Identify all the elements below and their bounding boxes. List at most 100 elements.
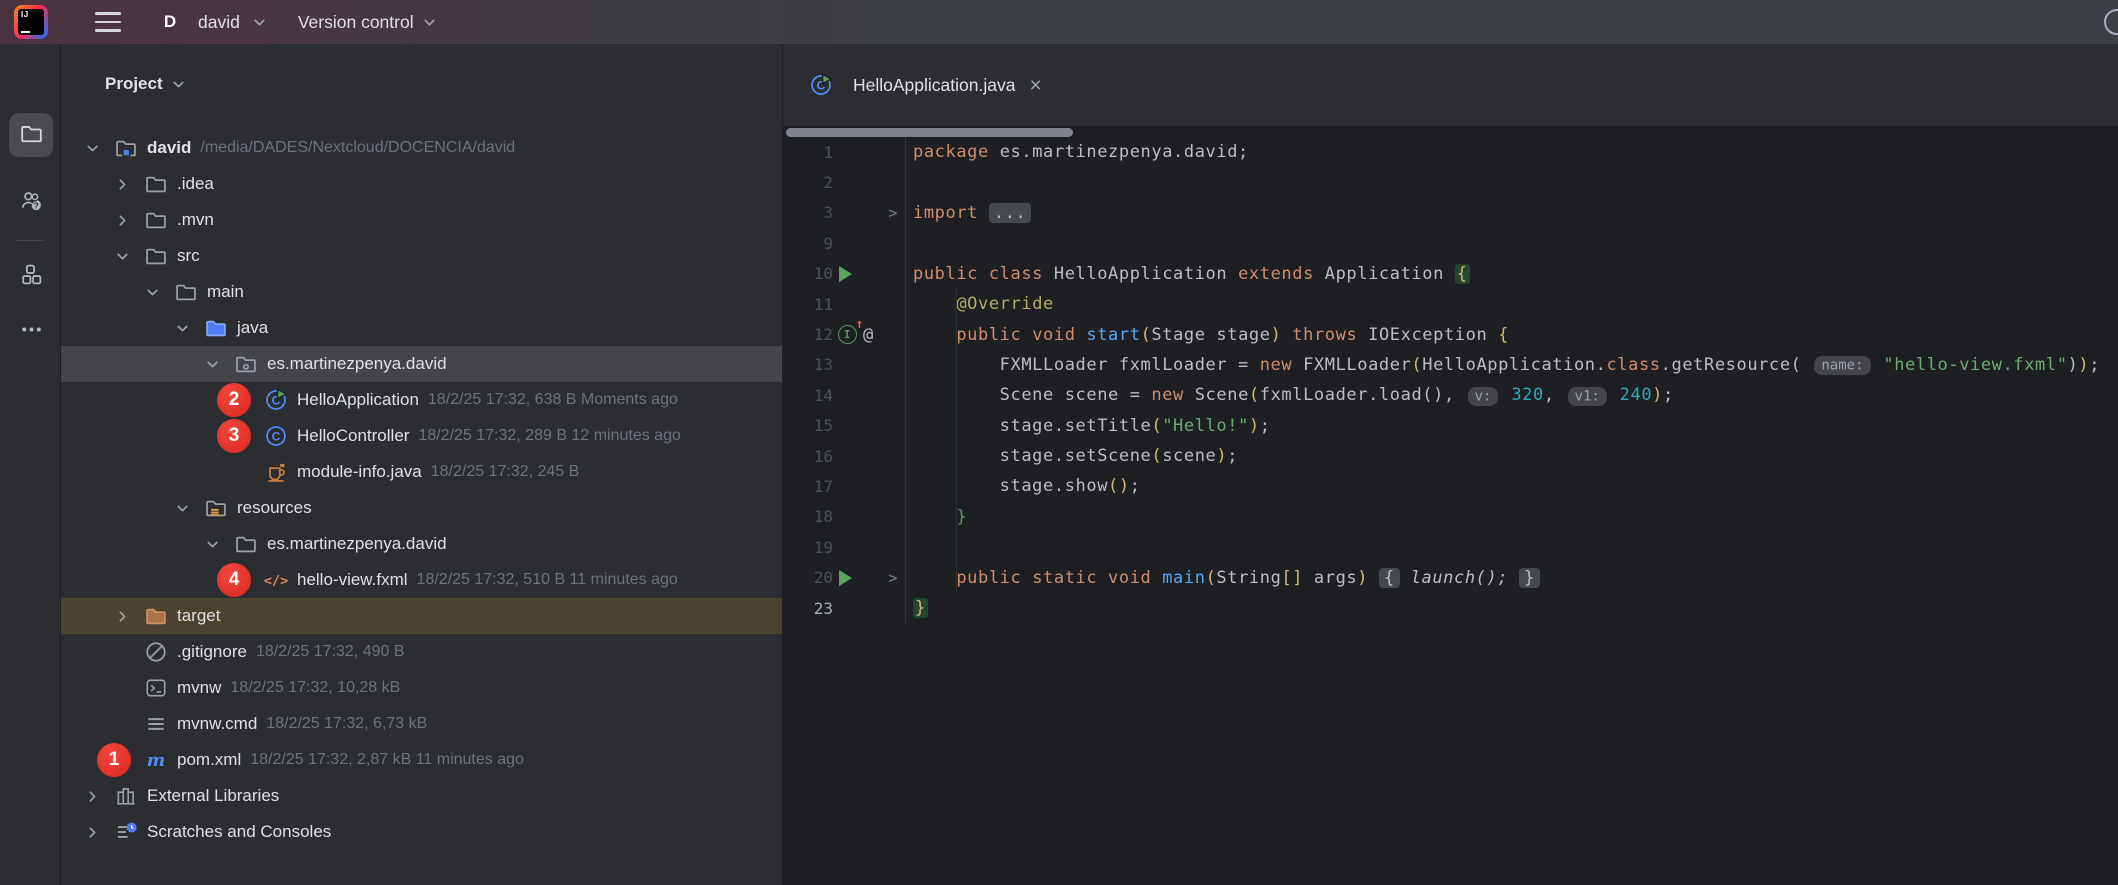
chevron-right-icon[interactable] xyxy=(114,176,144,193)
folder-java-icon xyxy=(204,316,228,340)
line-number: 17 xyxy=(813,476,833,496)
structure-tool-button[interactable] xyxy=(9,254,53,298)
project-tree: david/media/DADES/Nextcloud/DOCENCIA/dav… xyxy=(61,130,782,850)
tree-row-java[interactable]: java xyxy=(61,310,782,346)
tree-row-main[interactable]: main xyxy=(61,274,782,310)
people-help-icon: ? xyxy=(19,188,44,216)
run-button-icon[interactable] xyxy=(839,569,852,586)
code-editor[interactable]: 1 package es.martinezpenya.david; 2 3 > impor… xyxy=(783,137,2118,885)
code-line-3: 3 > import ... xyxy=(783,197,2118,229)
chevron-down-icon[interactable] xyxy=(204,536,234,553)
editor-area: C HelloApplication.java × 1 package es.ma… xyxy=(783,44,2118,885)
gutter-icons: I@ xyxy=(833,317,906,350)
tree-row-Scratches and Consoles[interactable]: Scratches and Consoles xyxy=(61,814,782,850)
chevron-down-icon[interactable] xyxy=(174,320,204,337)
chevron-right-icon[interactable] xyxy=(84,788,114,805)
tree-item-label: module-info.java xyxy=(297,462,422,481)
line-number: 13 xyxy=(813,355,833,375)
indent-guide xyxy=(956,289,957,593)
line-number: 1 xyxy=(823,142,833,162)
tree-row-david[interactable]: david/media/DADES/Nextcloud/DOCENCIA/dav… xyxy=(61,130,782,166)
tree-item-meta: 18/2/25 17:32, 6,73 kB xyxy=(266,715,428,732)
tree-item-label: java xyxy=(237,318,269,337)
folder-icon xyxy=(144,208,168,232)
annotation-gutter-icon: @ xyxy=(863,324,874,345)
tree-item-meta: 18/2/25 17:32, 10,28 kB xyxy=(230,679,401,696)
chevron-right-icon[interactable] xyxy=(114,212,144,229)
code-text: } xyxy=(913,598,928,619)
code-line-12: 12I@ public void start(Stage stage) thro… xyxy=(783,317,2118,350)
run-button-icon[interactable] xyxy=(839,265,852,282)
main-menu-icon[interactable] xyxy=(95,12,121,32)
terminal-icon xyxy=(144,676,168,700)
folder-icon xyxy=(234,532,258,556)
chevron-down-icon[interactable] xyxy=(144,284,174,301)
tree-row-mvnw.cmd[interactable]: mvnw.cmd 18/2/25 17:32, 6,73 kB xyxy=(61,706,782,742)
project-switcher[interactable]: D david xyxy=(153,5,268,39)
maven-icon: m xyxy=(144,748,168,772)
fold-arrow-icon[interactable]: > xyxy=(888,569,898,587)
annotation-badge-3: 3 xyxy=(217,419,251,453)
tree-row-pom.xml[interactable]: 1 m pom.xml 18/2/25 17:32, 2,87 kB 11 minut… xyxy=(61,742,782,778)
tree-row-module-info.java[interactable]: module-info.java 18/2/25 17:32, 245 B xyxy=(61,454,782,490)
tree-row-target[interactable]: target xyxy=(61,598,782,634)
editor-tab-bar: C HelloApplication.java × xyxy=(783,44,2118,127)
tree-item-label: HelloController xyxy=(297,426,410,445)
overrides-method-icon[interactable]: I xyxy=(838,317,864,345)
chevron-down-icon[interactable] xyxy=(114,248,144,265)
project-panel-header[interactable]: Project xyxy=(105,74,187,94)
vcs-widget[interactable]: Version control xyxy=(298,12,438,33)
tree-item-meta: 18/2/25 17:32, 490 B xyxy=(255,643,405,660)
code-text: FXMLLoader fxmlLoader = new FXMLLoader(H… xyxy=(913,354,2101,376)
tree-item-label: david xyxy=(147,138,192,157)
package-icon xyxy=(234,352,258,376)
editor-tab-helloapplication[interactable]: C HelloApplication.java × xyxy=(794,44,1057,126)
gutter-icons xyxy=(833,532,906,563)
tree-row-.mvn[interactable]: .mvn xyxy=(61,202,782,238)
tree-item-label: resources xyxy=(237,498,312,517)
code-line-11: 11 @Override xyxy=(783,288,2118,320)
tree-row-.gitignore[interactable]: .gitignore 18/2/25 17:32, 490 B xyxy=(61,634,782,670)
folder-icon xyxy=(174,280,198,304)
tree-row-External Libraries[interactable]: External Libraries xyxy=(61,778,782,814)
gutter-icons: > xyxy=(833,562,906,593)
tree-row-mvnw[interactable]: mvnw 18/2/25 17:32, 10,28 kB xyxy=(61,670,782,706)
chevron-down-icon[interactable] xyxy=(84,140,114,157)
tree-row-HelloController[interactable]: 3 C HelloController 18/2/25 17:32, 289 B 12… xyxy=(61,418,782,454)
annotation-badge-2: 2 xyxy=(217,383,251,417)
chevron-right-icon[interactable] xyxy=(114,608,144,625)
tree-row-es.martinezpenya.david[interactable]: es.martinezpenya.david xyxy=(61,346,782,382)
folder-res-icon xyxy=(204,496,228,520)
folder-exc-icon xyxy=(144,604,168,628)
project-tool-button[interactable] xyxy=(9,113,53,157)
code-text: } xyxy=(956,506,968,527)
tree-item-meta: 18/2/25 17:32, 245 B xyxy=(430,463,580,480)
tree-row-es.martinezpenya.david[interactable]: es.martinezpenya.david xyxy=(61,526,782,562)
project-avatar: D xyxy=(163,12,177,31)
tree-row-HelloApplication[interactable]: 2 C HelloApplication 18/2/25 17:32, 638 B M… xyxy=(61,382,782,418)
editor-horizontal-scrollbar[interactable] xyxy=(786,128,1073,137)
annotation-badge-1: 1 xyxy=(97,743,131,777)
fold-arrow-icon[interactable]: > xyxy=(888,204,898,222)
chevron-down-icon[interactable] xyxy=(204,356,234,373)
folder-root-icon xyxy=(114,136,138,160)
tree-item-label: mvnw.cmd xyxy=(177,714,258,733)
tree-item-meta: 18/2/25 17:32, 2,87 kB 11 minutes ago xyxy=(250,751,524,768)
chevron-down-icon[interactable] xyxy=(174,500,204,517)
learn-tool-button[interactable]: ? xyxy=(9,180,53,224)
code-line-13: 13 FXMLLoader fxmlLoader = new FXMLLoade… xyxy=(783,349,2118,381)
text-lines-icon xyxy=(144,712,168,736)
tab-close-icon[interactable]: × xyxy=(1029,75,1041,96)
tree-item-label: es.martinezpenya.david xyxy=(267,354,447,373)
svg-text:?: ? xyxy=(33,201,38,211)
tree-row-src[interactable]: src xyxy=(61,238,782,274)
tree-item-label: src xyxy=(177,246,200,265)
tree-row-hello-view.fxml[interactable]: 4 </> hello-view.fxml 18/2/25 17:32, 510 B … xyxy=(61,562,782,598)
tree-row-resources[interactable]: resources xyxy=(61,490,782,526)
code-text: package es.martinezpenya.david; xyxy=(913,142,1249,163)
clipped-circle-icon xyxy=(2104,9,2118,35)
chevron-right-icon[interactable] xyxy=(84,824,114,841)
more-tool-windows-button[interactable] xyxy=(9,309,53,353)
tree-row-.idea[interactable]: .idea xyxy=(61,166,782,202)
line-number: 19 xyxy=(813,537,833,557)
